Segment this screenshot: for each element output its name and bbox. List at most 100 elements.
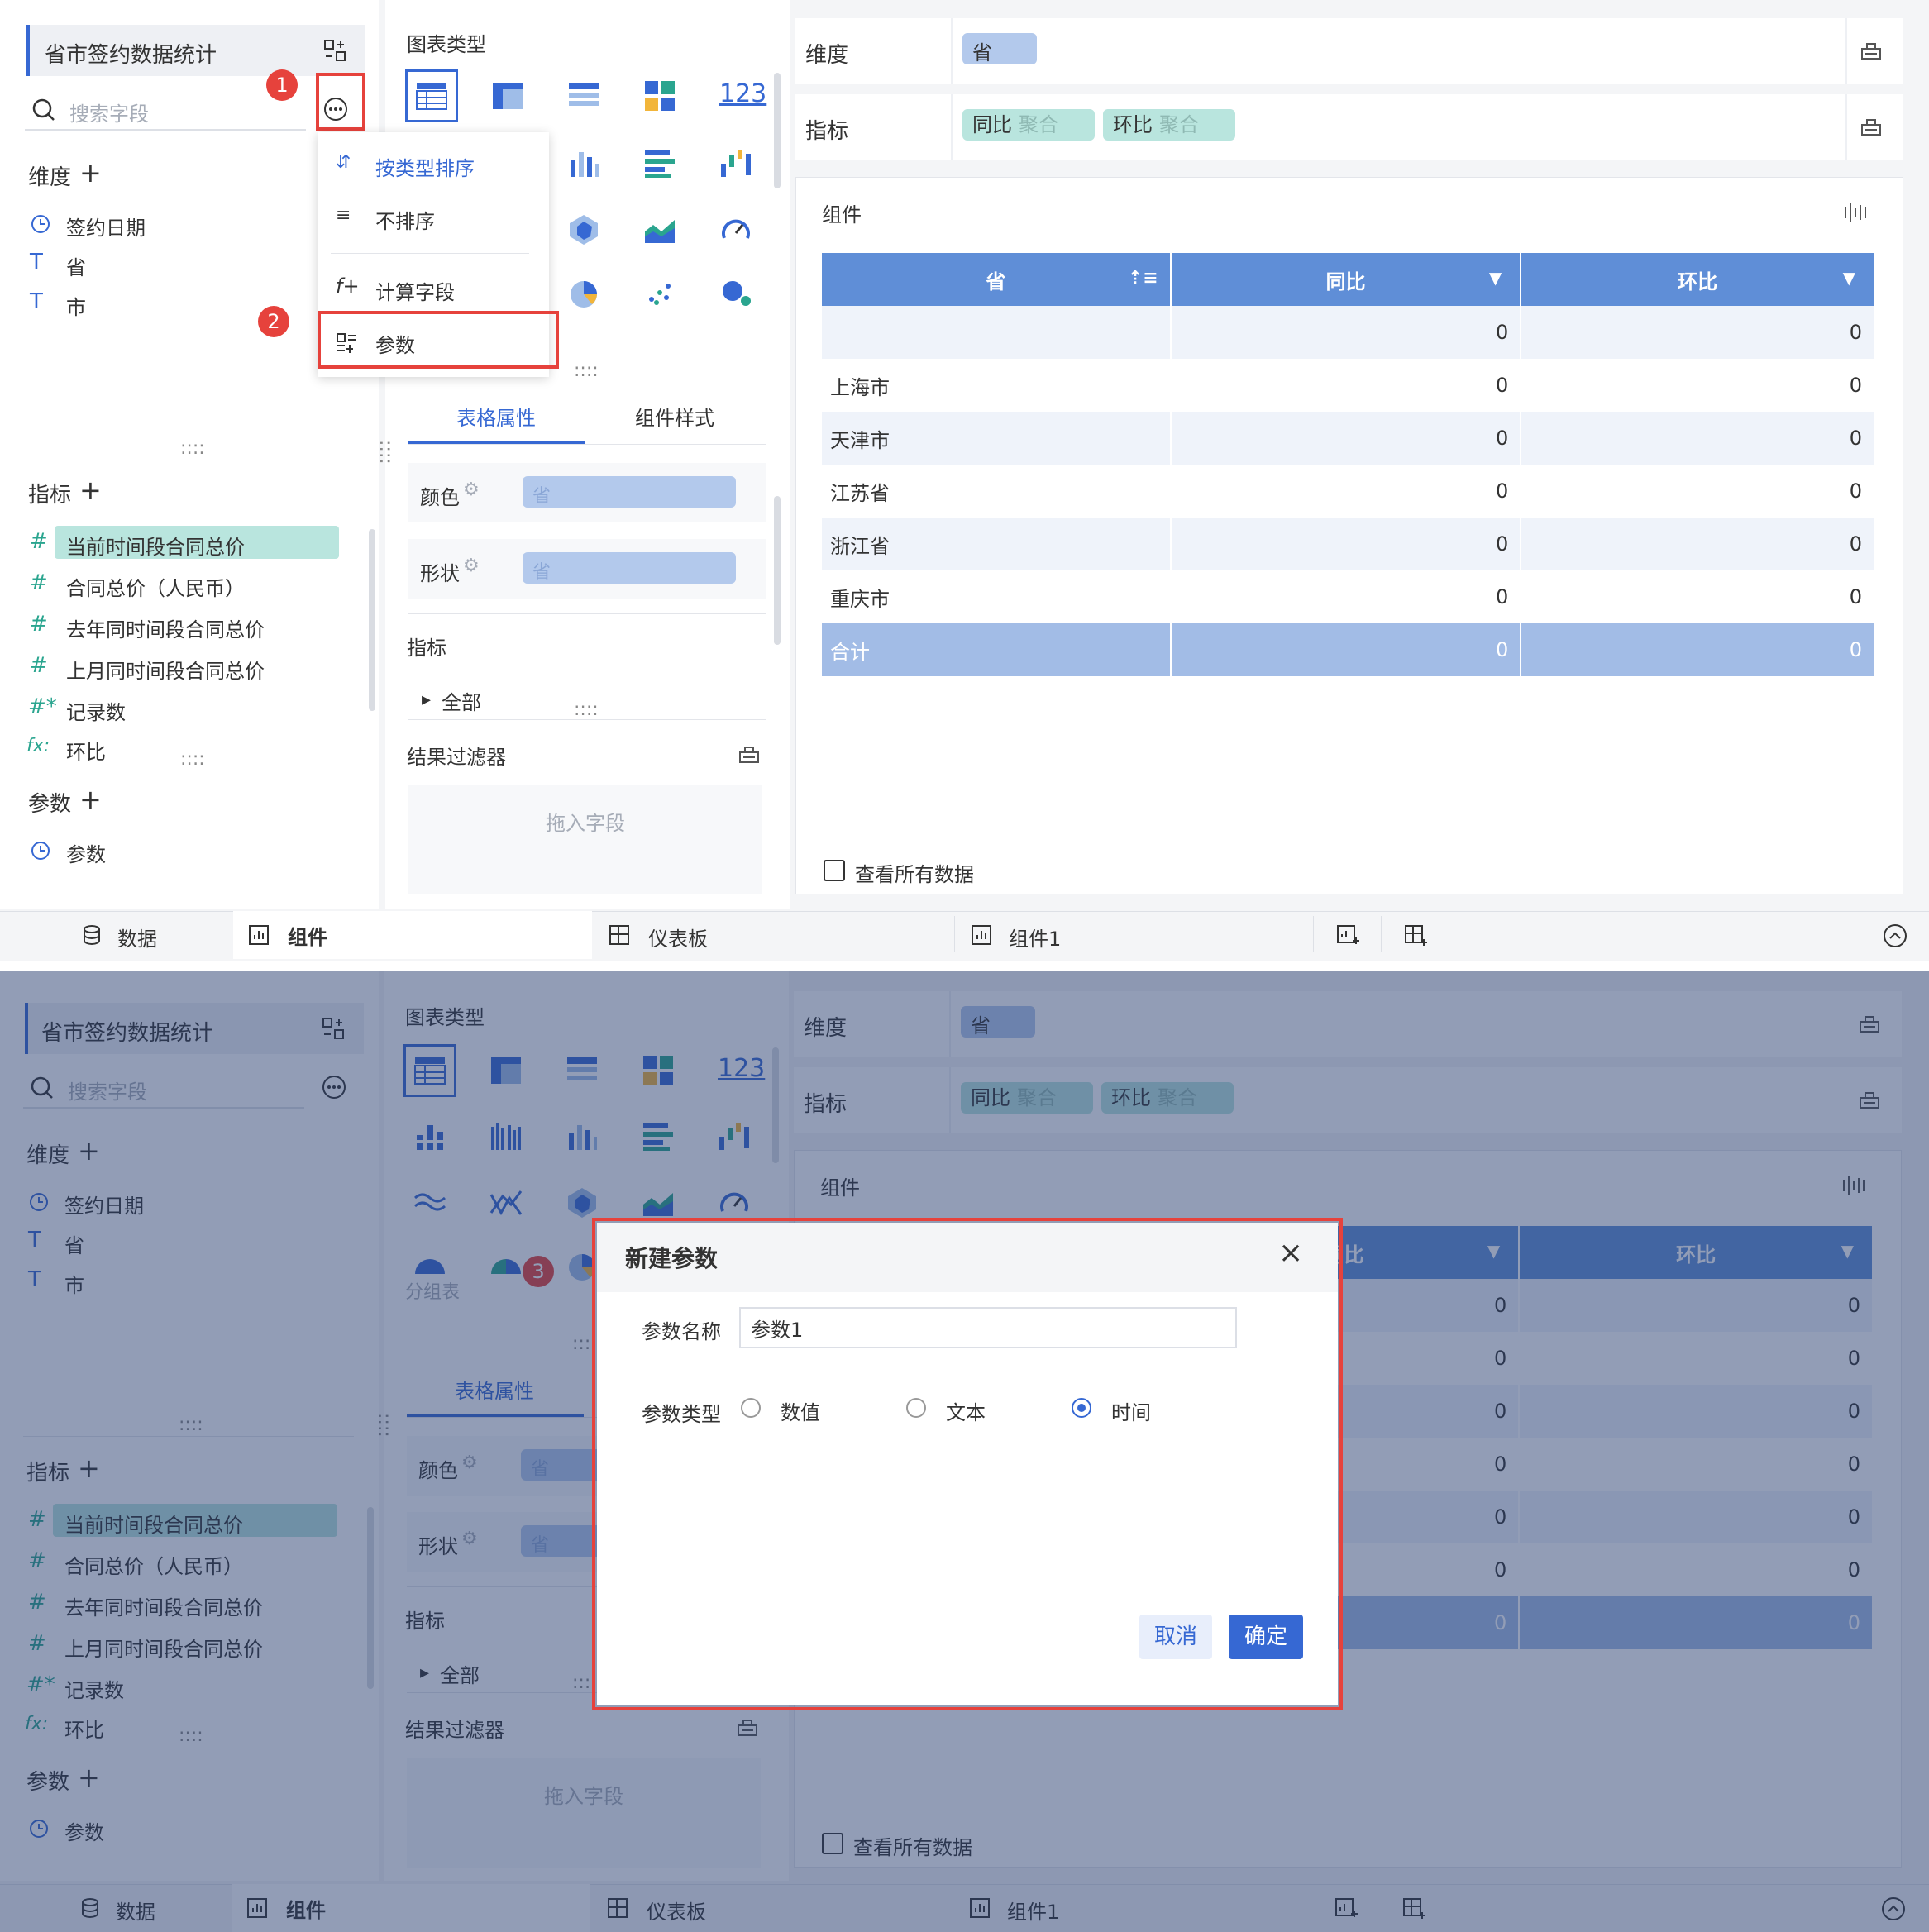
sort-asc-icon[interactable]: ⇡≡ [1128,268,1158,289]
table-cell: 天津市 [822,412,1172,465]
shape-field-pill[interactable] [523,552,736,584]
scatter-icon[interactable] [642,274,678,311]
color-field-pill[interactable] [523,476,736,508]
panel-resize-icon[interactable]: :::: [375,440,396,465]
shelf-separator [1845,18,1847,84]
cross-table-icon[interactable] [489,78,526,114]
field-item[interactable]: 环比 [66,736,106,765]
radar-chart-icon[interactable] [566,212,602,248]
metric-shelf-tag[interactable]: 同比聚合 [962,109,1095,141]
tab-data[interactable]: 数据 [117,923,157,952]
tab-component[interactable]: 组件 [288,921,327,950]
table-cell [822,306,1172,359]
table-cell: 0 [1521,623,1875,676]
switch-dataset-icon[interactable] [321,36,349,64]
bar-chart-icon[interactable] [566,145,602,182]
tab-dashboard[interactable]: 仪表板 [648,923,708,952]
table-row: 浙江省00 [822,518,1875,570]
param-menu-highlight [318,311,559,369]
view-all-label[interactable]: 查看所有数据 [855,858,974,887]
dimension-shelf-label: 维度 [805,43,849,68]
table-chart-icon[interactable] [413,78,450,114]
calc-field-icon: f+ [336,274,360,298]
tab-table-props[interactable]: 表格属性 [456,402,536,431]
scrollbar[interactable] [369,529,375,711]
add-component-icon[interactable] [1335,923,1361,949]
pie-chart-icon[interactable] [566,274,602,311]
area-chart-icon[interactable] [642,212,678,248]
bubble-icon[interactable] [718,274,754,311]
table-cell: 0 [1521,306,1875,359]
resize-handle-icon[interactable]: :::: [574,699,599,720]
field-item[interactable]: 省 [66,251,86,280]
dropdown-icon[interactable]: ▼ [1489,268,1502,288]
bottom-screen: 省市签约数据统计 搜索字段 维度 + 签约日期 T 省 T 市 :::: 指标 … [0,971,1929,1932]
metric-tag-agg: 聚合 [1019,113,1058,136]
add-dimension-icon[interactable]: + [79,157,102,188]
props-scrollbar[interactable] [774,496,781,645]
resize-handle-icon[interactable]: :::: [180,749,205,770]
dimension-heading: 维度 [28,165,72,190]
collapse-up-icon[interactable] [1882,923,1908,949]
tabs-baseline [408,444,766,445]
table-cell: 0 [1170,465,1522,518]
resize-handle-icon[interactable]: :::: [180,438,205,459]
filter-drop-zone[interactable] [408,785,762,894]
number-chart-icon[interactable]: 123 [719,79,766,108]
bar-settings-icon[interactable] [1841,198,1869,227]
field-item[interactable]: 市 [66,291,86,320]
field-item[interactable]: 当前时间段合同总价 [66,531,245,560]
table-cell: 0 [1170,306,1522,359]
dashboard-tab-icon [607,923,632,947]
gauge-icon[interactable] [718,212,754,248]
clock-icon [28,212,53,236]
field-item[interactable]: 合同总价（人民币） [66,572,245,601]
dropdown-icon[interactable]: ▼ [1843,268,1855,288]
clock-icon [28,838,53,863]
field-item[interactable]: 参数 [66,838,106,867]
header-text: 同比 [1325,270,1366,293]
detail-table-icon[interactable] [566,78,602,114]
search-underline [25,129,306,131]
chart-scrollbar[interactable] [774,73,781,188]
field-item[interactable]: 上月同时间段合同总价 [66,655,265,684]
metric-shelf-label: 指标 [805,119,849,144]
add-metric-icon[interactable]: + [79,475,102,506]
table-header-province[interactable]: 省 ⇡≡ [822,253,1172,306]
color-pill-text: 省 [532,486,551,507]
menu-divider [331,253,529,254]
add-dashboard-icon[interactable] [1402,923,1429,949]
field-item[interactable]: 签约日期 [66,212,146,241]
all-label[interactable]: 全部 [442,686,481,715]
field-item[interactable]: 去年同时间段合同总价 [66,613,265,642]
shelf-separator [951,94,953,160]
table-header-yoy[interactable]: 同比 ▼ [1170,253,1522,306]
step-badge-2: 2 [258,306,289,337]
kpi-grid-icon[interactable] [642,78,678,114]
section-divider [408,719,766,720]
table-cell: 0 [1521,465,1875,518]
sort-type-icon: ⇵ [336,152,351,173]
tab-component1[interactable]: 组件1 [1009,923,1061,952]
no-sort-icon: ≡ [336,205,351,226]
filter-icon[interactable] [1857,112,1885,141]
waterfall-icon[interactable] [718,145,754,182]
metric-shelf-tag[interactable]: 环比聚合 [1103,109,1235,141]
table-header-mom[interactable]: 环比 ▼ [1521,253,1875,306]
table-cell: 0 [1170,359,1522,412]
menu-item-no-sort[interactable]: 不排序 [375,205,435,234]
horizontal-bar-icon[interactable] [642,145,678,182]
menu-item-calc-field[interactable]: 计算字段 [375,276,455,305]
field-item[interactable]: 记录数 [66,696,126,725]
tab-component-style[interactable]: 组件样式 [635,402,714,431]
step-badge-1: 1 [266,69,298,101]
filter-icon[interactable] [1857,36,1885,64]
menu-item-sort-by-type[interactable]: 按类型排序 [375,152,475,181]
add-param-icon[interactable]: + [79,784,102,815]
dataset-title: 省市签约数据统计 [45,43,217,68]
search-input[interactable]: 搜索字段 [69,98,149,126]
caret-right-icon[interactable]: ▸ [422,689,431,710]
view-all-checkbox[interactable] [824,860,845,881]
filter-icon[interactable] [736,741,762,767]
calc-field-icon: fx: [26,736,50,756]
